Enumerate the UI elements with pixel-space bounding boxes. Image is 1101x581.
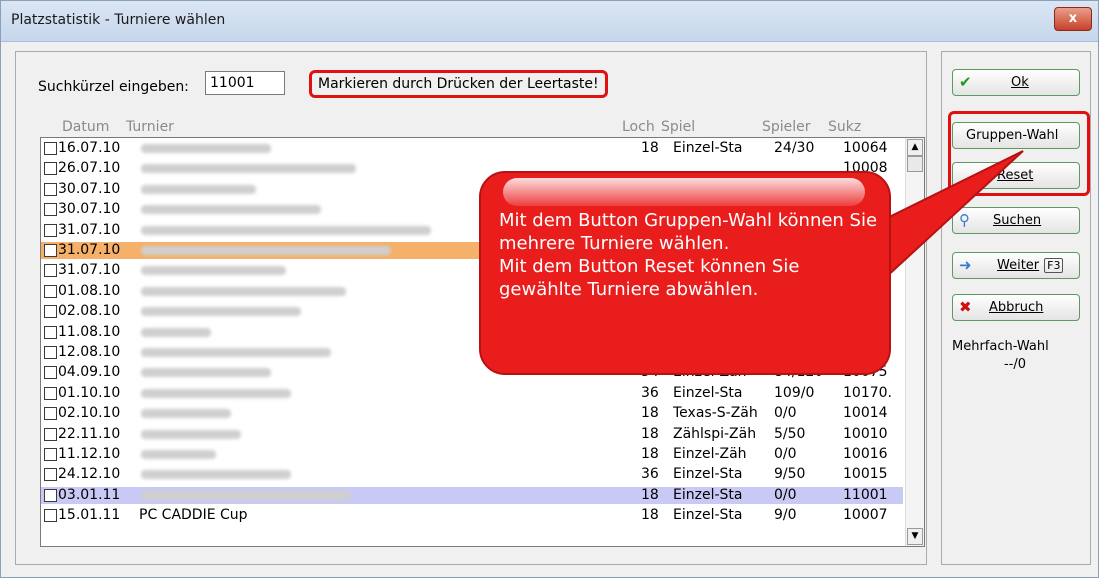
dialog-window: Platzstatistik - Turniere wählen x Suchk… bbox=[0, 0, 1099, 578]
callout-gloss bbox=[503, 178, 865, 206]
callout-text: Mit dem Button Gruppen-Wahl können Sie m… bbox=[499, 210, 878, 300]
help-callout: Mit dem Button Gruppen-Wahl können Sie m… bbox=[479, 171, 891, 375]
